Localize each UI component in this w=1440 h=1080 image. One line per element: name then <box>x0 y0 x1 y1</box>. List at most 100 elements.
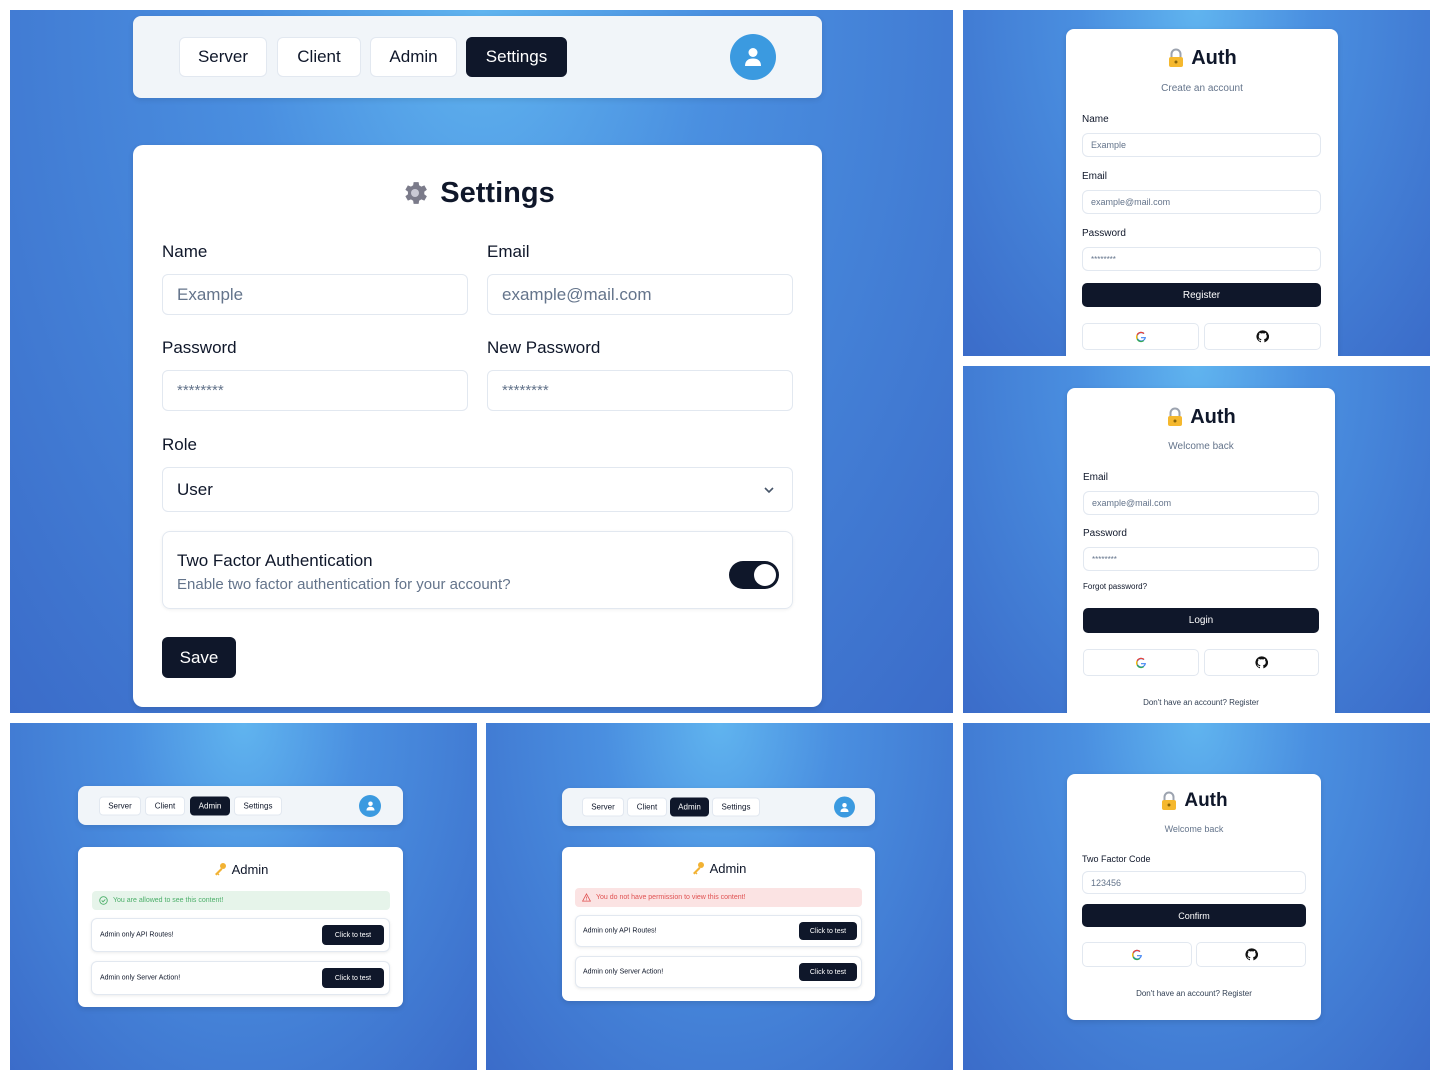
name-input[interactable]: Example <box>162 274 468 315</box>
admin-server-action-label: Admin only Server Action! <box>100 974 181 982</box>
login-github-button[interactable] <box>1204 649 1319 676</box>
two-factor-card: Auth Welcome back Two Factor Code 123456… <box>1067 774 1321 1020</box>
github-icon <box>1256 330 1269 343</box>
nav-settings-button[interactable]: Settings <box>234 796 282 815</box>
login-button[interactable]: Login <box>1083 608 1319 633</box>
name-placeholder: Example <box>177 284 244 304</box>
admin-server-action-test-button[interactable]: Click to test <box>322 968 384 988</box>
settings-card: Settings Name Example Email example@mail… <box>133 145 822 707</box>
user-avatar[interactable] <box>730 34 776 80</box>
login-email-placeholder: example@mail.com <box>1092 498 1172 508</box>
nav-server-button[interactable]: Server <box>582 797 624 817</box>
new-password-label: New Password <box>487 338 601 357</box>
google-icon <box>1135 331 1146 342</box>
nav-admin-button[interactable]: Admin <box>670 797 709 817</box>
password-input[interactable]: ******** <box>162 370 468 411</box>
chevron-down-icon <box>764 487 774 494</box>
name-label: Name <box>162 242 208 261</box>
forgot-password-link[interactable]: Forgot password? <box>1083 582 1147 591</box>
settings-panel: Server Client Admin Settings Settings Na… <box>10 10 953 713</box>
nav-server-button[interactable]: Server <box>179 37 267 77</box>
register-email-input[interactable]: example@mail.com <box>1082 190 1321 214</box>
lock-icon <box>1162 791 1177 810</box>
user-icon <box>745 48 761 66</box>
top-navbar: Server Client Admin Settings <box>133 16 822 98</box>
register-email-label: Email <box>1082 171 1108 182</box>
warning-icon <box>582 893 591 902</box>
admin-api-test-button[interactable]: Click to test <box>322 925 384 945</box>
register-button[interactable]: Register <box>1082 283 1321 307</box>
role-select[interactable]: User <box>162 467 793 512</box>
register-google-button[interactable] <box>1082 323 1199 350</box>
two-factor-google-button[interactable] <box>1082 942 1192 967</box>
nav-client-button[interactable]: Client <box>627 797 667 817</box>
confirm-button[interactable]: Confirm <box>1082 904 1306 927</box>
google-icon <box>1131 949 1142 960</box>
register-name-label: Name <box>1082 114 1109 125</box>
register-github-button[interactable] <box>1204 323 1321 350</box>
login-card: Auth Welcome back Email example@mail.com… <box>1067 388 1335 713</box>
email-placeholder: example@mail.com <box>502 284 652 304</box>
admin-allowed-card: Admin You are allowed to see this conten… <box>78 847 403 1007</box>
two-factor-panel: Auth Welcome back Two Factor Code 123456… <box>963 723 1430 1070</box>
admin-allowed-title: Admin <box>231 861 269 877</box>
nav-server-button[interactable]: Server <box>99 796 141 815</box>
register-password-input[interactable]: ******** <box>1082 247 1321 271</box>
register-password-label: Password <box>1082 228 1126 239</box>
two-factor-code-input[interactable]: 123456 <box>1082 871 1306 894</box>
nav-settings-button[interactable]: Settings <box>466 37 567 77</box>
register-name-placeholder: Example <box>1091 140 1127 150</box>
register-panel: Auth Create an account Name Example Emai… <box>963 10 1430 356</box>
lock-icon <box>1169 48 1184 67</box>
new-password-input[interactable]: ******** <box>487 370 793 411</box>
admin-api-label: Admin only API Routes! <box>100 931 174 939</box>
nav-admin-button[interactable]: Admin <box>370 37 457 77</box>
lock-icon <box>1168 407 1183 426</box>
email-input[interactable]: example@mail.com <box>487 274 793 315</box>
check-circle-icon <box>99 896 108 905</box>
register-title: Auth <box>1191 46 1237 69</box>
toggle-knob <box>754 564 776 586</box>
success-notice: You are allowed to see this content! <box>92 891 390 910</box>
user-avatar[interactable] <box>359 794 381 817</box>
user-icon <box>840 802 849 812</box>
settings-title: Settings <box>440 176 555 209</box>
admin-api-label: Admin only API Routes! <box>583 927 657 935</box>
nav-admin-button[interactable]: Admin <box>190 796 230 815</box>
two-factor-header: Auth <box>1067 788 1321 814</box>
login-google-button[interactable] <box>1083 649 1199 676</box>
login-subtitle: Welcome back <box>1168 441 1234 452</box>
github-icon <box>1255 656 1268 669</box>
admin-allowed-header: Admin <box>78 860 403 878</box>
two-factor-title: Two Factor Authentication <box>177 551 373 570</box>
login-email-input[interactable]: example@mail.com <box>1083 491 1319 515</box>
nav-client-button[interactable]: Client <box>145 796 185 815</box>
email-label: Email <box>487 242 530 261</box>
two-factor-subtitle: Welcome back <box>1164 824 1224 834</box>
save-button[interactable]: Save <box>162 637 236 678</box>
success-notice-text: You are allowed to see this content! <box>113 897 224 904</box>
two-factor-github-button[interactable] <box>1196 942 1306 967</box>
login-password-placeholder: ******** <box>1092 554 1117 564</box>
register-password-placeholder: ******** <box>1091 254 1116 264</box>
nav-settings-button[interactable]: Settings <box>712 797 760 817</box>
admin-server-action-row: Admin only Server Action! Click to test <box>91 961 390 995</box>
login-register-link[interactable]: Don't have an account? Register <box>1067 698 1335 707</box>
two-factor-register-link[interactable]: Don't have an account? Register <box>1067 989 1321 998</box>
admin-api-row: Admin only API Routes! Click to test <box>575 915 862 947</box>
login-panel: Auth Welcome back Email example@mail.com… <box>963 366 1430 713</box>
admin-server-action-test-button[interactable]: Click to test <box>799 963 857 981</box>
password-placeholder: ******** <box>177 382 224 399</box>
two-factor-description: Enable two factor authentication for you… <box>177 576 511 593</box>
admin-api-test-button[interactable]: Click to test <box>799 922 857 940</box>
register-name-input[interactable]: Example <box>1082 133 1321 157</box>
settings-header: Settings <box>133 173 822 213</box>
key-icon <box>214 863 226 876</box>
login-password-input[interactable]: ******** <box>1083 547 1319 571</box>
nav-client-button[interactable]: Client <box>277 37 361 77</box>
admin-denied-header: Admin <box>562 859 875 877</box>
user-avatar[interactable] <box>834 796 855 818</box>
register-header: Auth <box>1066 45 1338 71</box>
two-factor-toggle[interactable] <box>729 561 779 589</box>
admin-denied-title: Admin <box>709 860 747 876</box>
